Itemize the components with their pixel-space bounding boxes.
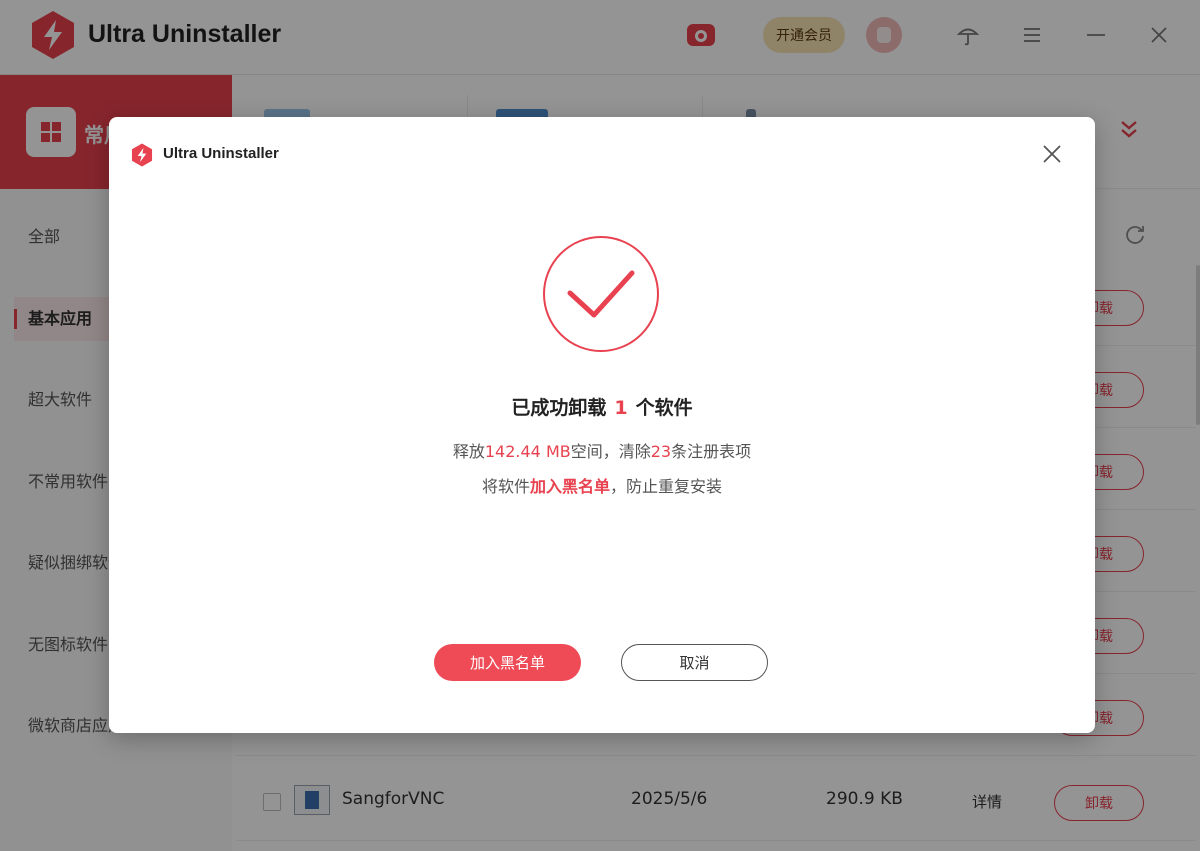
add-to-blacklist-button[interactable]: 加入黑名单 [434, 644, 581, 681]
uninstall-success-dialog: Ultra Uninstaller 已成功卸载 1 个软件 释放142.44 MB空… [109, 117, 1095, 733]
close-icon[interactable] [1041, 143, 1063, 165]
success-check-icon [543, 236, 659, 352]
app-logo-icon [131, 143, 153, 167]
registry-count: 23 [650, 442, 672, 461]
blacklist-link[interactable]: 加入黑名单 [530, 477, 610, 496]
blacklist-hint: 将软件加入黑名单，防止重复安装 [481, 477, 723, 496]
success-message: 已成功卸载 1 个软件 [511, 397, 693, 419]
dialog-title: Ultra Uninstaller [163, 145, 279, 162]
freed-space-value: 142.44 MB [484, 442, 571, 461]
cancel-button[interactable]: 取消 [621, 644, 768, 681]
uninstalled-count: 1 [614, 397, 628, 419]
cleanup-summary: 释放142.44 MB空间，清除23条注册表项 [452, 442, 752, 461]
